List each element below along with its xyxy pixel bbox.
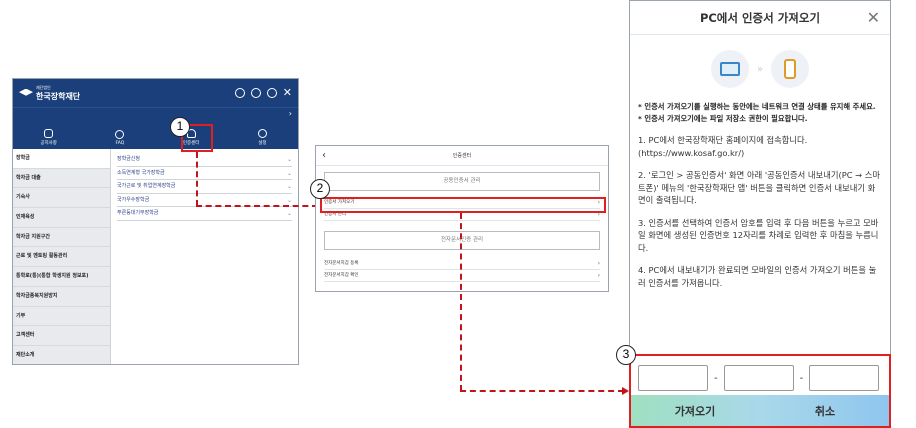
highlight-code-area [629, 354, 891, 428]
close-icon[interactable]: ✕ [867, 8, 880, 27]
dialog-header: PC에서 인증서 가져오기 ✕ [630, 1, 890, 35]
chevron-right-icon[interactable]: › [13, 107, 298, 119]
chevron-right-icon: › [597, 260, 600, 267]
menu-item[interactable]: 학자금종복지원방지 [13, 287, 110, 307]
menu-item[interactable]: 기숙사 [13, 188, 110, 209]
wallet-register-row[interactable]: 전자문서지갑 등록 › [324, 258, 600, 270]
warning-text: * 인증서 가져오기를 실행하는 동안에는 네트워크 연결 상태를 유지해 주세… [638, 102, 876, 123]
menu-item[interactable]: 기부 [13, 307, 110, 327]
arrow-icon [622, 387, 629, 395]
cert-center-screen: ‹ 인증센터 공동인증서 관리 인증서 가져오기 › 인증서 관리 › 전자문서인증… [315, 145, 609, 292]
monitor-icon [719, 62, 740, 76]
double-chevron-icon: » [756, 63, 764, 75]
menu-item[interactable]: 학자금 대출 [13, 169, 110, 189]
app-header: 재단법인 한국장학재단 ✕ [13, 79, 298, 107]
menu-item[interactable]: 학자금 지원구간 [13, 228, 110, 248]
dialog-title: PC에서 인증서 가져오기 [699, 10, 821, 25]
menu-item[interactable]: 재단소개 [13, 346, 110, 364]
app-nav: 공지사항 FAQ 인증센터 설정 [13, 119, 298, 149]
step-badge-2: 2 [310, 179, 330, 199]
close-icon[interactable]: ✕ [283, 87, 292, 98]
transfer-graphic: » [630, 49, 890, 89]
menu-item[interactable]: 고객센터 [13, 326, 110, 346]
menu-right: 장학금신청 ⌄ 소득연계형 국가장학금 ⌄ 국가근로 및 취업연계장학금 ⌄ 국가우수… [111, 149, 298, 364]
chevron-down-icon: ⌄ [286, 169, 292, 177]
step-badge-3: 3 [616, 345, 636, 365]
app-logo: 재단법인 한국장학재단 [19, 85, 80, 102]
instruction-steps: 1. PC에서 한국장학재단 홈페이지에 접속합니다. (https://www… [638, 135, 880, 288]
user-icon[interactable] [266, 88, 277, 98]
app-screen: 재단법인 한국장학재단 ✕ › 공지사항 FAQ 인증센터 설정 장학금 학자금 … [12, 78, 299, 365]
connector-line [196, 152, 198, 206]
esign-button[interactable]: 전자문서인증 관리 [324, 231, 600, 250]
search-icon[interactable] [234, 88, 245, 98]
gear-icon [257, 129, 267, 138]
phone-icon [784, 59, 797, 79]
nav-notice[interactable]: 공지사항 [29, 129, 69, 146]
submenu-item[interactable]: 푸른등대기부장학금 ⌄ [117, 207, 292, 221]
speaker-icon [44, 129, 54, 138]
chevron-down-icon: ⌄ [286, 156, 292, 163]
wallet-check-row[interactable]: 전자문서지갑 확인 › [324, 270, 600, 282]
nav-faq[interactable]: FAQ [100, 130, 140, 146]
connector-line [460, 213, 462, 391]
menu-item[interactable]: 통학로(통)(통합 학생지원 정보포) [13, 267, 110, 287]
lock-icon[interactable] [250, 88, 261, 98]
cert-center-header: ‹ 인증센터 [316, 146, 608, 166]
highlight-import-cert [320, 197, 606, 213]
chevron-down-icon: ⌄ [286, 183, 292, 190]
step-badge-1: 1 [170, 117, 190, 137]
menu-item[interactable]: 인재육성 [13, 208, 110, 228]
graduation-cap-icon [19, 88, 33, 96]
public-cert-button[interactable]: 공동인증서 관리 [324, 172, 600, 191]
submenu-item[interactable]: 국가근로 및 취업연계장학금 ⌄ [117, 180, 292, 194]
menu-item[interactable]: 근로 및 멘토링 활동관리 [13, 247, 110, 268]
connector-line [460, 390, 624, 392]
menu-item[interactable]: 장학금 [13, 149, 110, 169]
menu-left: 장학금 학자금 대출 기숙사 인재육성 학자금 지원구간 근로 및 멘토링 활동… [13, 149, 111, 364]
nav-settings[interactable]: 설정 [242, 129, 282, 146]
submenu-item[interactable]: 장학금신청 ⌄ [117, 153, 292, 167]
chevron-right-icon: › [597, 272, 600, 279]
chevron-down-icon: ⌄ [286, 210, 292, 217]
back-icon[interactable]: ‹ [322, 150, 342, 161]
chat-icon [115, 130, 125, 139]
connector-line [196, 205, 318, 207]
submenu-item[interactable]: 소득연계형 국가장학금 ⌄ [117, 167, 292, 180]
